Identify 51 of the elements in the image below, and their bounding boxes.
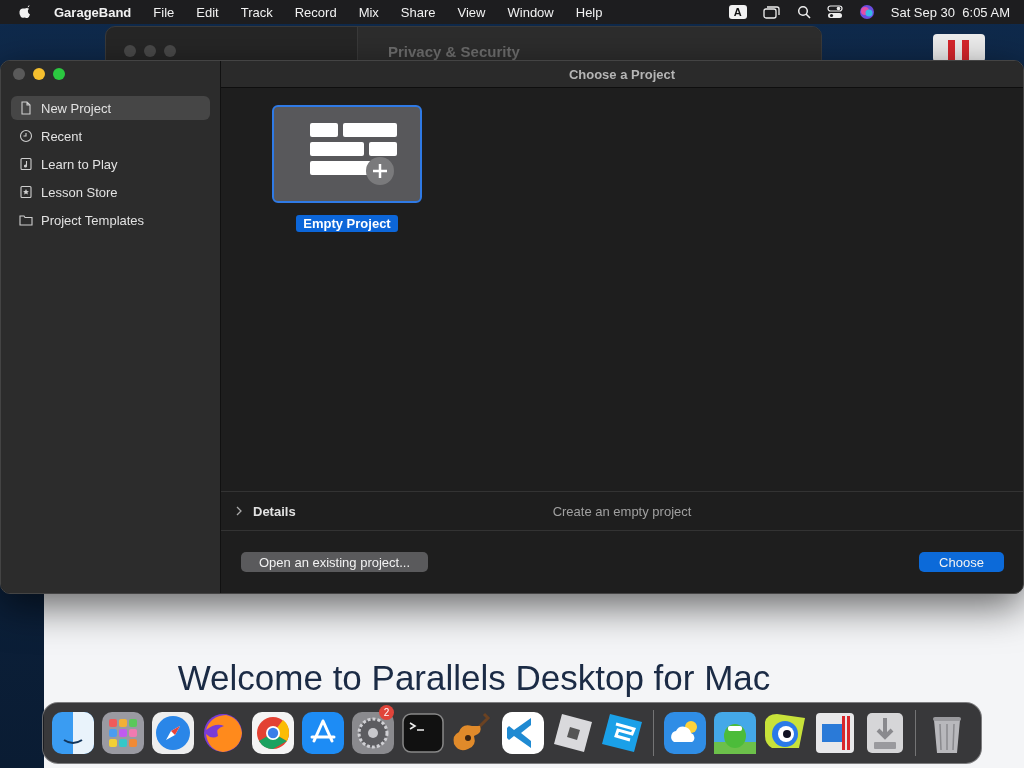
sidebar-item[interactable]: Learn to Play — [11, 152, 210, 176]
gear-icon[interactable] — [349, 710, 396, 756]
windows-icon[interactable] — [762, 5, 781, 19]
notification-badge: 2 — [379, 705, 394, 720]
zoom-button[interactable] — [53, 68, 65, 80]
menu-bar-clock[interactable]: Sat Sep 30 6:05 AM — [890, 4, 1010, 20]
open-project-button[interactable]: Open an existing project... — [241, 552, 428, 572]
sidebar-label: New Project — [41, 100, 112, 116]
project-description: Create an empty project — [552, 503, 692, 519]
sidebar-label: Project Templates — [41, 212, 145, 228]
sidebar-label: Lesson Store — [41, 184, 118, 200]
music-note-icon — [19, 157, 33, 171]
clock-icon — [19, 129, 33, 143]
menu-item[interactable]: Help — [575, 4, 603, 20]
page-heading: Welcome to Parallels Desktop for Mac — [177, 658, 771, 698]
input-source-indicator[interactable]: A — [728, 5, 747, 19]
choose-button[interactable]: Choose — [919, 552, 1004, 572]
details-disclosure[interactable]: Details — [235, 503, 296, 519]
orb-icon[interactable] — [858, 4, 875, 20]
sidebar-label: Recent — [41, 128, 83, 144]
sidebar-item[interactable]: Lesson Store — [11, 180, 210, 204]
terminal-icon[interactable] — [399, 710, 446, 756]
window-title: Privacy & Security — [388, 43, 520, 60]
parallel-bars-icon — [933, 34, 985, 62]
menu-item[interactable]: Window — [507, 4, 554, 20]
compass-icon[interactable] — [149, 710, 196, 756]
menu-item[interactable]: File — [153, 4, 175, 20]
sidebar-item[interactable]: Recent — [11, 124, 210, 148]
menu-item[interactable]: Share — [400, 4, 436, 20]
menu-item[interactable]: Record — [294, 4, 337, 20]
template-tile[interactable] — [272, 105, 422, 203]
menu-item[interactable]: Edit — [196, 4, 219, 20]
app-grid-icon[interactable] — [99, 710, 146, 756]
sidebar-label: Learn to Play — [41, 156, 118, 172]
apple-logo-icon[interactable] — [18, 4, 32, 20]
app-menu[interactable]: GarageBand — [54, 4, 132, 20]
menu-item[interactable]: View — [457, 4, 486, 20]
menu-item[interactable]: Mix — [358, 4, 379, 20]
window-title: Choose a Project — [568, 66, 676, 82]
sidebar-item[interactable]: Project Templates — [11, 208, 210, 232]
toggles-icon[interactable] — [826, 5, 843, 19]
search-icon[interactable] — [796, 5, 811, 19]
chevron-icon — [235, 506, 243, 516]
minimize-button[interactable] — [33, 68, 45, 80]
code-editor-icon[interactable] — [499, 710, 546, 756]
menu-item[interactable]: Track — [240, 4, 273, 20]
folder-icon — [19, 213, 33, 227]
document-icon — [19, 101, 33, 115]
template-label[interactable]: Empty Project — [296, 215, 398, 232]
weather-cloud-icon[interactable] — [661, 710, 708, 756]
sidebar-item[interactable]: New Project — [11, 96, 210, 120]
